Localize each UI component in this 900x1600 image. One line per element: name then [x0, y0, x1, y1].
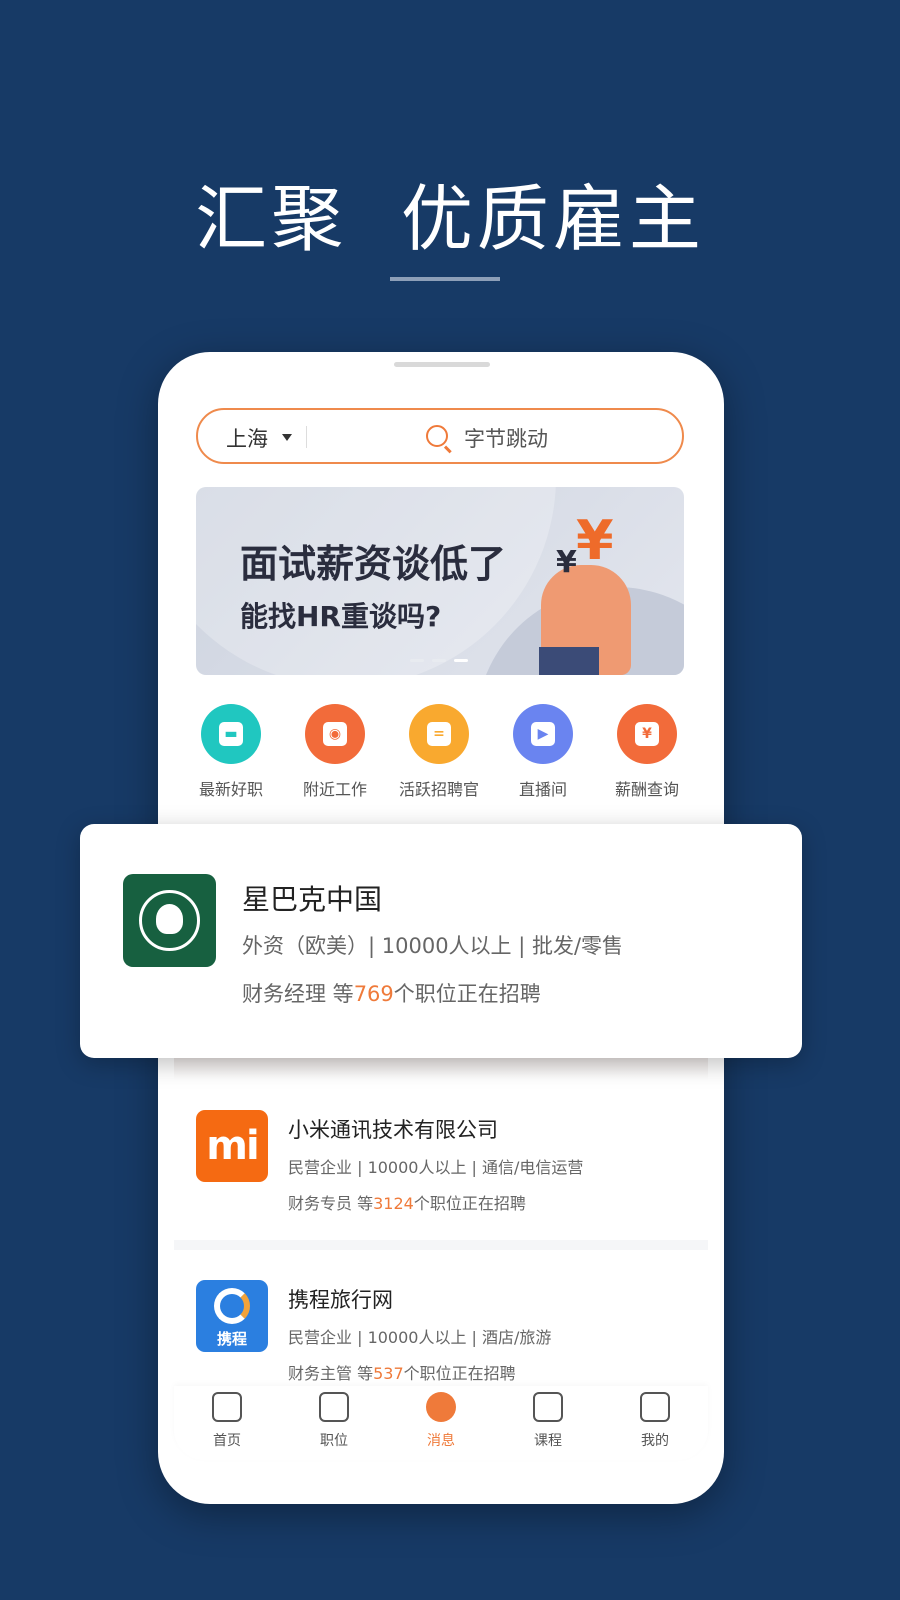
xiaomi-logo: mi	[196, 1110, 268, 1182]
banner-subtitle: 能找HR重谈吗?	[240, 600, 442, 633]
nav-item[interactable]: 首页	[187, 1392, 267, 1450]
nav-label: 课程	[534, 1433, 562, 1449]
company-list-item[interactable]: mi 小米通讯技术有限公司 民营企业 | 10000人以上 | 通信/电信运营 …	[196, 1110, 696, 1213]
jobs-suffix: 个职位正在招聘	[393, 982, 541, 1006]
company-name: 小米通讯技术有限公司	[288, 1118, 498, 1142]
quick-entry[interactable]: ¥ 薪酬查询	[595, 704, 699, 800]
jobs-count: 537	[373, 1364, 404, 1383]
city-selector[interactable]: 上海	[226, 423, 268, 453]
quick-entry[interactable]: ▶ 直播间	[491, 704, 595, 800]
salary-icon-glyph: ¥	[635, 722, 659, 746]
company-jobs: 财务专员 等3124个职位正在招聘	[288, 1190, 526, 1214]
calendar-icon-glyph: ▬	[219, 722, 243, 746]
nav-label: 首页	[213, 1433, 241, 1449]
company-name: 星巴克中国	[242, 883, 383, 916]
headline-divider	[390, 277, 500, 281]
company-jobs: 财务经理 等769个职位正在招聘	[242, 978, 541, 1008]
book-icon	[533, 1392, 563, 1422]
search-bar[interactable]: 上海 字节跳动	[196, 408, 684, 464]
home-icon	[212, 1392, 242, 1422]
logo-text: 携程	[216, 1330, 247, 1348]
yen-icon: ¥	[576, 509, 614, 572]
company-list-item[interactable]: 携程 携程旅行网 民营企业 | 10000人以上 | 酒店/旅游 财务主管 等5…	[196, 1280, 696, 1383]
salary-icon: ¥	[617, 704, 677, 764]
company-jobs: 财务主管 等537个职位正在招聘	[288, 1360, 516, 1384]
divider	[306, 426, 307, 448]
list-separator	[174, 1240, 708, 1250]
company-name: 携程旅行网	[288, 1288, 393, 1312]
caret-down-icon[interactable]	[282, 434, 292, 441]
logo-siren	[156, 904, 183, 934]
card-shadow	[174, 1058, 708, 1080]
nav-label: 职位	[320, 1433, 348, 1449]
jobs-suffix: 个职位正在招聘	[403, 1364, 516, 1383]
bottom-nav: 首页 职位 消息 课程 我的	[174, 1386, 708, 1460]
quick-entry[interactable]: ▬ 最新好职	[179, 704, 283, 800]
yen-icon: ¥	[556, 545, 577, 580]
phone-handle	[394, 362, 490, 367]
nav-item[interactable]: 我的	[615, 1392, 695, 1450]
nav-item[interactable]: 职位	[294, 1392, 374, 1450]
quick-entry-label: 薪酬查询	[614, 780, 679, 799]
tv-icon-glyph: ▶	[531, 722, 555, 746]
search-input[interactable]: 字节跳动	[464, 423, 548, 453]
nav-item[interactable]: 消息	[401, 1392, 481, 1450]
quick-entry-label: 直播间	[518, 780, 567, 799]
nav-item[interactable]: 课程	[508, 1392, 588, 1450]
sleeve-illustration	[539, 647, 599, 675]
search-icon	[426, 425, 448, 447]
jobs-count: 3124	[373, 1194, 414, 1213]
jobs-prefix: 财务主管 等	[288, 1364, 374, 1383]
featured-company-card[interactable]: 星巴克中国 外资（欧美）| 10000人以上 | 批发/零售 财务经理 等769…	[80, 824, 802, 1058]
quick-entry-label: 活跃招聘官	[398, 780, 479, 799]
company-info: 民营企业 | 10000人以上 | 通信/电信运营	[288, 1158, 584, 1177]
chat-icon: =	[409, 704, 469, 764]
nav-label: 消息	[427, 1433, 455, 1449]
ctrip-logo: 携程	[196, 1280, 268, 1352]
briefcase-icon	[319, 1392, 349, 1422]
banner-title: 面试薪资谈低了	[240, 542, 507, 586]
headline: 汇聚 优质雇主	[195, 177, 705, 261]
quick-entry[interactable]: ◉ 附近工作	[283, 704, 387, 800]
calendar-icon: ▬	[201, 704, 261, 764]
jobs-count: 769	[353, 982, 394, 1006]
company-info: 民营企业 | 10000人以上 | 酒店/旅游	[288, 1328, 552, 1347]
jobs-suffix: 个职位正在招聘	[413, 1194, 526, 1213]
carousel-dot-active[interactable]	[454, 659, 468, 662]
jobs-prefix: 财务经理 等	[242, 982, 354, 1006]
quick-entry-label: 附近工作	[302, 780, 367, 799]
user-icon	[640, 1392, 670, 1422]
carousel-dot[interactable]	[432, 659, 446, 662]
location-icon-glyph: ◉	[323, 722, 347, 746]
message-icon	[426, 1392, 456, 1422]
location-icon: ◉	[305, 704, 365, 764]
carousel-dot[interactable]	[410, 659, 424, 662]
dolphin-icon	[214, 1288, 250, 1324]
tv-icon: ▶	[513, 704, 573, 764]
promo-banner[interactable]: 面试薪资谈低了 能找HR重谈吗? ¥ ¥	[196, 487, 684, 675]
jobs-prefix: 财务专员 等	[288, 1194, 374, 1213]
quick-entry[interactable]: = 活跃招聘官	[387, 704, 491, 800]
starbucks-logo	[123, 874, 216, 967]
chat-icon-glyph: =	[427, 722, 451, 746]
nav-label: 我的	[641, 1433, 669, 1449]
quick-entry-label: 最新好职	[198, 780, 263, 799]
company-info: 外资（欧美）| 10000人以上 | 批发/零售	[242, 934, 624, 958]
